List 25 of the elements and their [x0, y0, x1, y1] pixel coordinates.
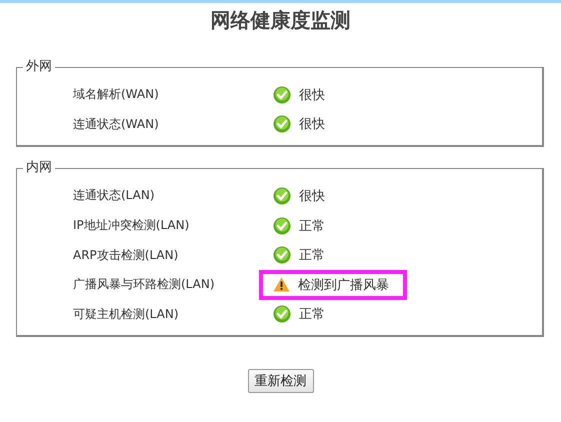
check-icon	[273, 216, 291, 235]
check-icon	[273, 246, 291, 264]
section-legend: 外网	[23, 60, 55, 74]
check-icon	[273, 115, 291, 134]
status-text: 很快	[299, 116, 325, 134]
section-legend: 内网	[23, 161, 55, 176]
status-text: 检测到广播风暴	[298, 276, 389, 294]
warning-icon	[273, 277, 290, 292]
check-icon	[273, 305, 291, 324]
status-text: 正常	[299, 306, 325, 324]
check-icon	[273, 86, 291, 104]
check-label: 连通状态(LAN)	[73, 187, 156, 204]
status-text: 很快	[299, 188, 325, 205]
recheck-button[interactable]: 重新检测	[248, 369, 314, 394]
check-label: 广播风暴与环路检测(LAN)	[73, 276, 216, 294]
check-label: 域名解析(WAN)	[73, 86, 160, 104]
check-label: ARP攻击检测(LAN)	[73, 246, 180, 264]
check-label: IP地址冲突检测(LAN)	[73, 217, 190, 234]
status-text: 正常	[299, 247, 325, 264]
status-text: 很快	[299, 86, 325, 104]
status-text: 正常	[299, 218, 325, 235]
page-title: 网络健康度监测	[210, 7, 350, 34]
check-label: 可疑主机检测(LAN)	[73, 306, 180, 323]
check-icon	[273, 186, 291, 205]
check-label: 连通状态(WAN)	[73, 116, 160, 133]
